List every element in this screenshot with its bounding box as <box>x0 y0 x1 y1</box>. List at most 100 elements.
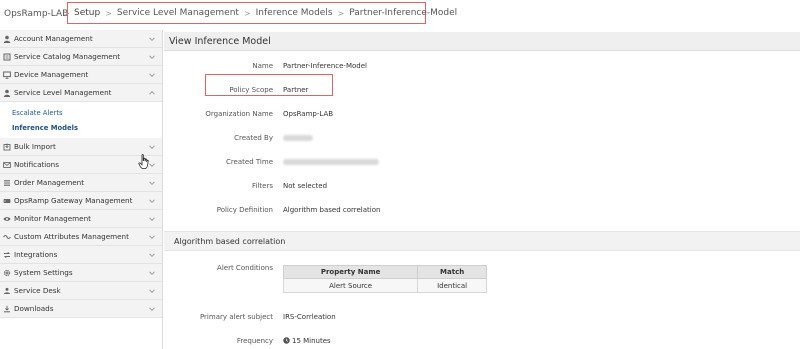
primary-alert-subject-label: Primary alert subject <box>199 313 273 321</box>
gateway-icon <box>3 197 11 205</box>
chevron-down-icon <box>148 71 156 79</box>
sidebar-item-label: Account Management <box>14 34 93 43</box>
sidebar-item-custom-attributes-management[interactable]: Custom Attributes Management <box>0 228 162 246</box>
page-title: View Inference Model <box>169 35 271 47</box>
created-by-label: Created By <box>234 134 273 142</box>
chevron-down-icon <box>148 143 156 151</box>
download-icon <box>3 305 11 313</box>
user-icon <box>3 89 11 97</box>
sidebar-item-device-management[interactable]: Device Management <box>0 66 162 84</box>
chevron-down-icon <box>148 197 156 205</box>
breadcrumb-service-level-management[interactable]: Service Level Management <box>117 8 239 18</box>
organization-name-value: OpsRamp-LAB <box>283 110 334 118</box>
alert-conditions-table: Property Name Match Alert Source Identic… <box>282 265 487 293</box>
created-by-value-redacted <box>283 135 313 141</box>
frequency-value-container: 15 Minutes <box>283 337 331 345</box>
primary-alert-subject-value: IRS-Corrleation <box>283 313 336 321</box>
policy-scope-label: Policy Scope <box>229 86 273 94</box>
breadcrumb-setup[interactable]: Setup <box>74 8 100 18</box>
clock-icon <box>283 337 290 344</box>
sidebar-item-label: Notifications <box>14 160 59 169</box>
created-time-value-redacted <box>283 159 379 165</box>
sidebar-item-label: Service Catalog Management <box>14 52 121 61</box>
user-icon <box>3 35 11 43</box>
organization-name-label: Organization Name <box>205 110 273 118</box>
policy-definition-label: Policy Definition <box>216 206 273 214</box>
policy-scope-value: Partner <box>283 86 309 94</box>
sidebar-item-monitor-management[interactable]: Monitor Management <box>0 210 162 228</box>
chevron-up-icon <box>148 89 156 97</box>
integration-icon <box>3 251 11 259</box>
chevron-down-icon <box>148 53 156 61</box>
sidebar-item-label: Custom Attributes Management <box>14 232 129 241</box>
service-desk-icon <box>3 287 11 295</box>
chevron-down-icon <box>148 179 156 187</box>
sidebar-item-label: Service Level Management <box>14 88 112 97</box>
sidebar-item-label: Bulk Import <box>14 142 56 151</box>
alert-conditions-label: Alert Conditions <box>217 264 273 272</box>
catalog-icon <box>3 53 11 61</box>
envelope-icon <box>3 161 11 169</box>
sidebar-submenu: Escalate Alerts Inference Models <box>0 102 162 140</box>
sidebar-item-service-desk[interactable]: Service Desk <box>0 282 162 300</box>
table-cell-property: Alert Source <box>282 278 419 293</box>
table-header-match: Match <box>417 265 487 279</box>
chevron-down-icon <box>148 35 156 43</box>
sidebar-item-opsramp-gateway-management[interactable]: OpsRamp Gateway Management <box>0 192 162 210</box>
table-header-property-name: Property Name <box>282 265 419 279</box>
sidebar-item-service-level-management[interactable]: Service Level Management <box>0 84 162 102</box>
sidebar-item-label: OpsRamp Gateway Management <box>14 196 133 205</box>
hand-cursor-icon <box>138 154 150 170</box>
chevron-down-icon <box>148 305 156 313</box>
filters-label: Filters <box>252 182 273 190</box>
sidebar-item-service-catalog-management[interactable]: Service Catalog Management <box>0 48 162 66</box>
monitor-icon <box>3 71 11 79</box>
tenant-name[interactable]: OpsRamp-LAB <box>4 9 68 19</box>
sidebar: Account Management Service Catalog Manag… <box>0 30 163 349</box>
chevron-down-icon <box>148 251 156 259</box>
main-content: View Inference Model Name Partner-Infere… <box>164 30 800 349</box>
breadcrumb: Setup > Service Level Management > Infer… <box>67 2 457 24</box>
name-label: Name <box>252 62 273 70</box>
eye-icon <box>3 215 11 223</box>
created-time-label: Created Time <box>225 158 273 166</box>
policy-definition-value: Algorithm based correlation <box>283 206 381 214</box>
chevron-down-icon <box>148 287 156 295</box>
top-bar: OpsRamp-LAB > Setup > Service Level Mana… <box>0 0 800 28</box>
table-cell-match: Identical <box>417 278 487 293</box>
sidebar-item-account-management[interactable]: Account Management <box>0 30 162 48</box>
chevron-down-icon <box>148 269 156 277</box>
sidebar-item-label: Service Desk <box>14 286 61 295</box>
chevron-down-icon <box>148 233 156 241</box>
gear-icon <box>3 269 11 277</box>
sidebar-item-order-management[interactable]: Order Management <box>0 174 162 192</box>
panel-header: View Inference Model <box>164 32 800 51</box>
sidebar-subitem-inference-models[interactable]: Inference Models <box>12 124 78 132</box>
table-row: Alert Source Identical <box>282 278 487 293</box>
filters-value: Not selected <box>283 182 328 190</box>
import-icon <box>3 143 11 151</box>
sidebar-item-downloads[interactable]: Downloads <box>0 300 162 318</box>
breadcrumb-separator: > <box>105 8 112 18</box>
breadcrumb-separator: > <box>243 8 251 18</box>
breadcrumb-current-page: Partner-Inference-Model <box>349 8 458 18</box>
sidebar-item-system-settings[interactable]: System Settings <box>0 264 162 282</box>
sidebar-item-label: Downloads <box>14 304 54 313</box>
section-header: Algorithm based correlation <box>164 231 800 251</box>
frequency-label: Frequency <box>236 337 273 345</box>
section-title: Algorithm based correlation <box>174 236 286 246</box>
sidebar-item-label: Monitor Management <box>14 214 91 223</box>
sidebar-item-label: Integrations <box>14 250 58 259</box>
sidebar-item-label: Device Management <box>14 70 89 79</box>
sidebar-subitem-escalate-alerts[interactable]: Escalate Alerts <box>12 109 63 117</box>
tags-icon <box>3 233 11 241</box>
name-value: Partner-Inference-Model <box>283 62 367 70</box>
frequency-value: 15 Minutes <box>292 337 331 345</box>
breadcrumb-separator: > <box>337 8 345 18</box>
list-icon <box>3 179 11 187</box>
sidebar-item-integrations[interactable]: Integrations <box>0 246 162 264</box>
breadcrumb-inference-models[interactable]: Inference Models <box>256 8 333 18</box>
sidebar-item-label: Order Management <box>14 178 85 187</box>
chevron-down-icon <box>148 215 156 223</box>
sidebar-item-label: System Settings <box>14 268 73 277</box>
